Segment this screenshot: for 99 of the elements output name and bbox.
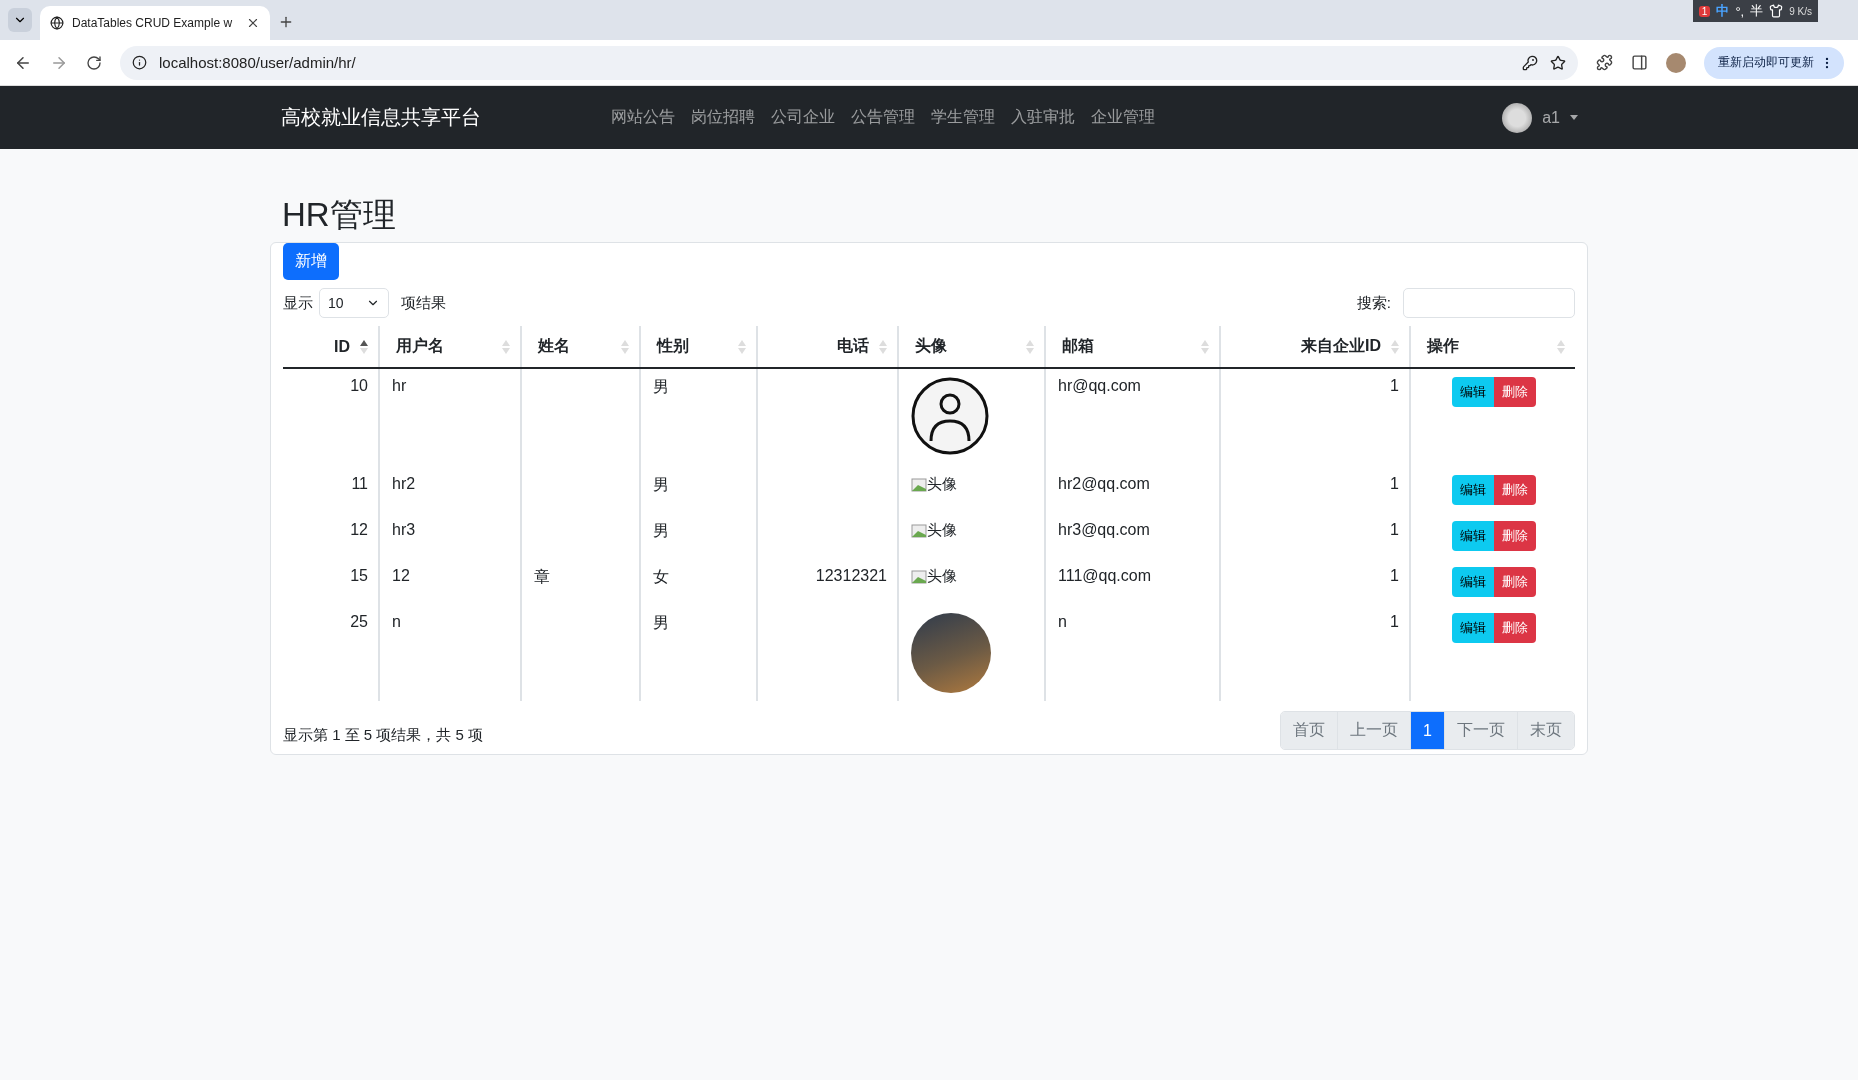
table-cell: 章: [521, 559, 640, 605]
star-icon[interactable]: [1550, 54, 1566, 71]
column-header[interactable]: 姓名: [521, 326, 640, 368]
globe-icon: [50, 16, 64, 30]
table-cell: 1: [1220, 513, 1410, 559]
table-cell: hr@qq.com: [1045, 368, 1220, 467]
column-header[interactable]: 操作: [1410, 326, 1575, 368]
network-speed: 9 K/s: [1789, 5, 1812, 17]
table-cell: hr2@qq.com: [1045, 467, 1220, 513]
table-cell: 25: [283, 605, 379, 701]
column-header[interactable]: 性别: [640, 326, 757, 368]
table-cell: 12312321: [757, 559, 898, 605]
info-icon[interactable]: [132, 55, 147, 70]
update-button[interactable]: 重新启动即可更新: [1704, 46, 1844, 79]
edit-button[interactable]: 编辑: [1452, 567, 1494, 597]
reload-icon: [86, 54, 102, 71]
nav-link[interactable]: 入驻审批: [1011, 107, 1075, 128]
table-cell: hr3: [379, 513, 521, 559]
search-label: 搜索:: [1356, 293, 1391, 313]
nav-link[interactable]: 岗位招聘: [691, 107, 755, 128]
table-cell: 12: [379, 559, 521, 605]
caret-icon: [1570, 115, 1578, 120]
table-cell: hr: [379, 368, 521, 467]
key-icon[interactable]: [1522, 54, 1538, 71]
delete-button[interactable]: 删除: [1494, 521, 1536, 551]
nav-link[interactable]: 网站公告: [611, 107, 675, 128]
table-cell: 10: [283, 368, 379, 467]
page-title: HR管理: [281, 195, 397, 235]
plus-icon: [278, 14, 294, 30]
table-cell: 1: [1220, 605, 1410, 701]
tab-list-button[interactable]: [8, 8, 32, 32]
broken-image-icon: [911, 476, 927, 493]
column-header[interactable]: 邮箱: [1045, 326, 1220, 368]
table-cell: n: [1045, 605, 1220, 701]
table-cell: 12: [283, 513, 379, 559]
table-cell: 111@qq.com: [1045, 559, 1220, 605]
delete-button[interactable]: 删除: [1494, 377, 1536, 407]
table-cell: 男: [640, 513, 757, 559]
table-cell: 1: [1220, 559, 1410, 605]
nav-link[interactable]: 学生管理: [931, 107, 995, 128]
sort-icon[interactable]: [360, 339, 368, 354]
puzzle-icon: [1596, 54, 1613, 71]
table-cell: 男: [640, 467, 757, 513]
table-cell: 女: [640, 559, 757, 605]
column-header[interactable]: 头像: [898, 326, 1045, 368]
profile-avatar[interactable]: [1666, 52, 1686, 73]
nav-link[interactable]: 公司企业: [771, 107, 835, 128]
user-menu[interactable]: a1: [1502, 102, 1578, 133]
column-header[interactable]: ID: [283, 326, 379, 368]
length-label: 项结果: [401, 293, 446, 313]
delete-button[interactable]: 删除: [1494, 567, 1536, 597]
broken-image-icon: [911, 568, 927, 585]
site-brand[interactable]: 高校就业信息共享平台: [281, 104, 481, 131]
page-button[interactable]: 1: [1410, 712, 1444, 749]
ime-mode[interactable]: 中: [1716, 2, 1730, 20]
reload-button[interactable]: [86, 54, 102, 71]
table-info: 显示第 1 至 5 项结果，共 5 项: [283, 725, 484, 745]
column-header[interactable]: 用户名: [379, 326, 521, 368]
edit-button[interactable]: 编辑: [1452, 521, 1494, 551]
broken-image: 头像: [911, 521, 957, 540]
table-cell: 15: [283, 559, 379, 605]
table-cell: hr2: [379, 467, 521, 513]
add-button[interactable]: 新增: [283, 243, 339, 280]
length-label: 显示: [283, 293, 313, 313]
browser-tab[interactable]: DataTables CRUD Example w: [40, 6, 270, 40]
address-bar[interactable]: localhost:8080/user/admin/hr/: [120, 45, 1578, 80]
column-header[interactable]: 来自企业ID: [1220, 326, 1410, 368]
table-cell: 1: [1220, 467, 1410, 513]
nav-link[interactable]: 企业管理: [1091, 107, 1155, 128]
extensions-button[interactable]: [1596, 54, 1613, 71]
table-cell: 男: [640, 368, 757, 467]
broken-image: 头像: [911, 475, 957, 494]
ime-mode[interactable]: °,: [1735, 3, 1745, 19]
table-cell: 11: [283, 467, 379, 513]
tab-title: DataTables CRUD Example w: [72, 16, 234, 30]
side-panel-button[interactable]: [1631, 54, 1648, 71]
table-cell: 1: [1220, 368, 1410, 467]
column-header[interactable]: 电话: [757, 326, 898, 368]
close-icon: [246, 16, 260, 30]
side-panel-icon: [1631, 54, 1648, 71]
table-cell: 男: [640, 605, 757, 701]
delete-button[interactable]: 删除: [1494, 475, 1536, 505]
page-length-select[interactable]: 10: [319, 288, 389, 318]
table-cell: n: [379, 605, 521, 701]
edit-button[interactable]: 编辑: [1452, 613, 1494, 643]
notification-badge: 1: [1698, 5, 1711, 17]
search-field[interactable]: [1403, 288, 1575, 318]
nav-link[interactable]: 公告管理: [851, 107, 915, 128]
broken-image: 头像: [911, 567, 957, 586]
delete-button[interactable]: 删除: [1494, 613, 1536, 643]
ime-mode[interactable]: 半: [1750, 2, 1764, 20]
shirt-icon[interactable]: [1769, 4, 1784, 18]
table-cell: hr3@qq.com: [1045, 513, 1220, 559]
broken-image-icon: [911, 522, 927, 539]
edit-button[interactable]: 编辑: [1452, 475, 1494, 505]
edit-button[interactable]: 编辑: [1452, 377, 1494, 407]
close-button[interactable]: [246, 16, 260, 30]
url-text: localhost:8080/user/admin/hr/: [159, 54, 357, 71]
new-tab-button[interactable]: [278, 14, 294, 30]
